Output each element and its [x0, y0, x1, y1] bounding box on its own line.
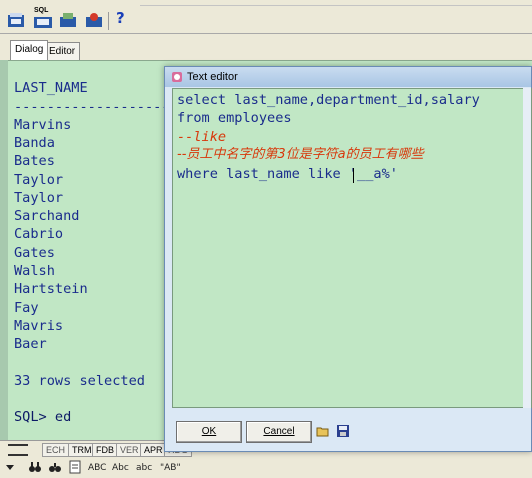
- result-row: Mavris: [14, 318, 64, 334]
- editor-app-icon: [171, 71, 183, 83]
- editor-line: select last_name,department_id,salary: [177, 92, 480, 108]
- run-icon[interactable]: [84, 10, 104, 30]
- ok-button[interactable]: OK: [176, 421, 242, 443]
- status-grip-icon: [8, 444, 28, 456]
- find-replace-icon[interactable]: [48, 460, 62, 474]
- result-row: Fay: [14, 300, 39, 316]
- tab-strip: Dialog Editor: [0, 34, 532, 60]
- main-toolbar: SQL ?: [0, 0, 532, 34]
- result-row: Cabrio: [14, 226, 64, 242]
- editor-comment-line: --like: [177, 129, 227, 145]
- editor-text-area[interactable]: select last_name,department_id,salary fr…: [172, 88, 532, 408]
- result-row: Taylor: [14, 190, 64, 206]
- cancel-button-label: Cancel: [263, 426, 295, 437]
- result-row: Sarchand: [14, 208, 80, 224]
- editor-line: from employees: [177, 110, 292, 126]
- sql-icon-label: SQL: [34, 7, 49, 14]
- editor-title: Text editor: [187, 71, 238, 83]
- text-cursor: [353, 168, 354, 183]
- result-row: Walsh: [14, 263, 55, 279]
- save-icon[interactable]: [336, 424, 350, 438]
- sql-prompt[interactable]: SQL> ed: [14, 408, 71, 426]
- result-row: Bates: [14, 153, 55, 169]
- dropdown-chevron-icon[interactable]: [4, 460, 16, 474]
- open-file-icon[interactable]: [316, 424, 330, 438]
- quote-button[interactable]: "AB": [160, 462, 181, 474]
- column-header: LAST_NAME: [14, 80, 88, 96]
- result-row: Marvins: [14, 117, 72, 133]
- text-editor-window[interactable]: Text editor select last_name,department_…: [164, 66, 532, 452]
- tab-dialog[interactable]: Dialog: [10, 40, 49, 60]
- result-row: Hartstein: [14, 281, 88, 297]
- tab-editor[interactable]: Editor: [44, 42, 81, 60]
- editor-scrollbar[interactable]: [523, 88, 531, 408]
- open-icon[interactable]: [6, 10, 26, 30]
- lowercase-button[interactable]: abc: [136, 462, 152, 474]
- rows-selected-text: 33 rows selected: [14, 373, 145, 389]
- document-icon[interactable]: [68, 460, 82, 474]
- sql-save-icon[interactable]: SQL: [32, 7, 54, 30]
- help-icon[interactable]: ?: [116, 9, 132, 29]
- status-fdb: FDB: [92, 443, 118, 457]
- editor-footer: OK Cancel: [172, 419, 530, 449]
- bottom-toolbar: ABC Abc abc "AB": [0, 458, 532, 478]
- ok-button-label: OK: [201, 426, 217, 437]
- editor-comment-line: --员工中名字的第3位是字符a的员工有哪些: [177, 147, 424, 162]
- result-row: Baer: [14, 336, 47, 352]
- result-row: Banda: [14, 135, 55, 151]
- status-ver: VER: [116, 443, 143, 457]
- status-ech: ECH: [42, 443, 70, 457]
- result-row: Taylor: [14, 172, 64, 188]
- result-row: Gates: [14, 245, 55, 261]
- toolbar-top-edge: [140, 0, 532, 6]
- cancel-button[interactable]: Cancel: [246, 421, 312, 443]
- left-margin-strip: [0, 60, 8, 440]
- uppercase-button[interactable]: ABC: [88, 462, 106, 474]
- editor-line: where last_name like '__a%': [177, 166, 398, 182]
- toolbar-separator: [108, 12, 109, 30]
- editor-titlebar[interactable]: Text editor: [165, 67, 531, 87]
- capitalize-button[interactable]: Abc: [112, 462, 129, 474]
- status-apr: APR: [140, 443, 167, 457]
- binoculars-icon[interactable]: [28, 460, 42, 474]
- load-icon[interactable]: [58, 10, 78, 30]
